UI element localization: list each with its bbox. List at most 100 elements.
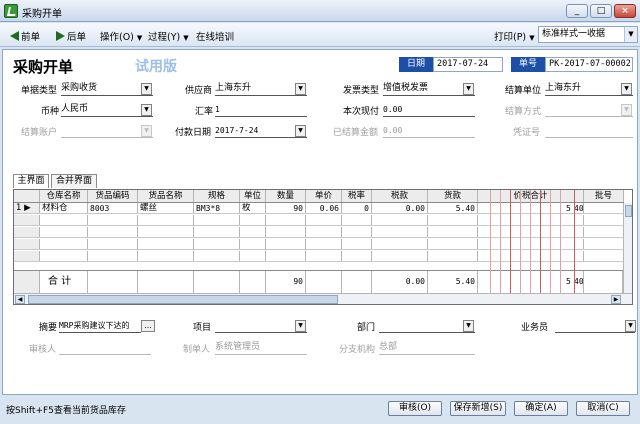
col-tax-rate[interactable]: 税率 <box>342 190 372 202</box>
cell-name[interactable]: 螺丝 <box>138 203 194 213</box>
settle-account-label: 结算账户 <box>21 128 58 138</box>
chevron-down-icon[interactable]: ▼ <box>295 320 306 332</box>
chevron-down-icon[interactable]: ▼ <box>141 83 152 95</box>
col-name[interactable]: 货品名称 <box>138 190 194 202</box>
totals-qty: 90 <box>266 271 306 293</box>
settle-unit-field[interactable]: 上海东升 <box>545 82 633 96</box>
minimize-button[interactable]: _ <box>566 4 588 18</box>
chevron-down-icon[interactable]: ▼ <box>621 83 632 95</box>
confirm-button[interactable]: 确定(A) <box>514 401 568 416</box>
invoice-type-field[interactable]: 增值税发票 <box>383 82 475 96</box>
invoice-type-label: 发票类型 <box>343 86 380 96</box>
cell-tax-rate[interactable]: 0 <box>342 203 372 213</box>
settle-method-field <box>545 103 633 117</box>
summary-label: 摘要 <box>39 323 58 333</box>
close-button[interactable]: × <box>614 4 636 18</box>
col-code[interactable]: 货品编码 <box>88 190 138 202</box>
maker-label: 制单人 <box>183 345 211 355</box>
form-title: 采购开单 <box>13 58 74 76</box>
chevron-down-icon[interactable]: ▼ <box>295 83 306 95</box>
chevron-down-icon[interactable]: ▼ <box>295 125 306 137</box>
branch-field: 总部 <box>379 341 475 355</box>
training-link[interactable]: 在线培训 <box>196 29 234 43</box>
voucher-field <box>545 124 633 138</box>
cash-pay-field[interactable]: 0.00 <box>383 103 475 117</box>
maximize-button[interactable]: □ <box>590 4 612 18</box>
prev-button[interactable]: 前单 <box>10 29 40 43</box>
no-field: PK-2017-07-00002 <box>545 57 633 72</box>
col-price[interactable]: 单价 <box>306 190 342 202</box>
operate-menu[interactable]: 操作(O) ▼ <box>100 29 142 43</box>
col-qty[interactable]: 数量 <box>266 190 306 202</box>
date-label: 日期 <box>399 57 433 72</box>
cancel-button[interactable]: 取消(C) <box>576 401 630 416</box>
grid-horizontal-scrollbar[interactable]: ◀ ▶ <box>14 293 632 304</box>
dept-field[interactable] <box>379 319 475 333</box>
settled-amount-field: 0.00 <box>383 124 475 138</box>
trial-badge: 试用版 <box>135 59 177 75</box>
status-hint: 按Shift+F5查看当前货品库存 <box>6 406 126 416</box>
rate-label: 汇率 <box>195 107 214 117</box>
settle-method-label: 结算方式 <box>505 107 542 117</box>
cash-pay-label: 本次现付 <box>343 107 380 117</box>
print-style-select[interactable]: 标准样式一收据 ▼ <box>538 26 638 43</box>
date-field[interactable]: 2017-07-24 <box>433 57 503 72</box>
tab-merge[interactable]: 合并界面 <box>51 174 97 188</box>
chevron-down-icon[interactable]: ▼ <box>625 320 636 332</box>
settled-amount-label: 已结算金额 <box>333 128 379 138</box>
project-field[interactable] <box>215 319 307 333</box>
grid-vertical-scrollbar[interactable] <box>623 203 632 293</box>
currency-label: 币种 <box>41 107 60 117</box>
process-menu[interactable]: 过程(Y) ▼ <box>148 29 189 43</box>
arrow-left-icon <box>10 31 19 41</box>
chevron-down-icon[interactable]: ▼ <box>141 104 152 116</box>
print-menu[interactable]: 打印(P) ▼ <box>494 29 535 43</box>
cell-tax[interactable]: 0.00 <box>372 203 428 213</box>
cell-code[interactable]: 8003 <box>88 203 138 213</box>
voucher-label: 凭证号 <box>513 128 541 138</box>
col-batch[interactable]: 批号 <box>584 190 624 202</box>
col-tax[interactable]: 税款 <box>372 190 428 202</box>
col-unit[interactable]: 单位 <box>240 190 266 202</box>
currency-field[interactable]: 人民币 <box>61 103 153 117</box>
doc-type-field[interactable]: 采购收货 <box>61 82 153 96</box>
chevron-down-icon[interactable]: ▼ <box>463 320 474 332</box>
staff-field[interactable] <box>555 319 635 333</box>
cell-qty[interactable]: 90 <box>266 203 306 213</box>
auditor-label: 审核人 <box>29 345 57 355</box>
doc-type-label: 单据类型 <box>21 86 58 96</box>
scroll-right-icon[interactable]: ▶ <box>611 295 621 304</box>
summary-field[interactable]: MRP采购建议下达的 <box>59 319 141 333</box>
scroll-left-icon[interactable]: ◀ <box>15 295 25 304</box>
toolbar: 前单 后单 操作(O) ▼ 过程(Y) ▼ 在线培训 打印(P) ▼ 标准样式一… <box>0 23 640 47</box>
chevron-down-icon[interactable]: ▼ <box>624 27 637 42</box>
col-spec[interactable]: 规格 <box>194 190 240 202</box>
chevron-down-icon[interactable]: ▼ <box>463 83 474 95</box>
totals-goods: 5.40 <box>428 271 478 293</box>
digit-grid <box>480 190 584 304</box>
cell-warehouse[interactable]: 材料仓 <box>40 203 88 213</box>
rate-field[interactable]: 1 <box>215 103 307 117</box>
audit-button[interactable]: 审核(O) <box>388 401 442 416</box>
save-new-button[interactable]: 保存新增(S) <box>450 401 506 416</box>
cell-unit[interactable]: 枚 <box>240 203 266 213</box>
next-button[interactable]: 后单 <box>56 29 86 43</box>
cell-price[interactable]: 0.06 <box>306 203 342 213</box>
scroll-thumb[interactable] <box>625 205 632 217</box>
more-button[interactable]: ... <box>141 320 155 332</box>
arrow-right-icon <box>56 31 65 41</box>
maker-field: 系统管理员 <box>215 341 307 355</box>
totals-tax: 0.00 <box>372 271 428 293</box>
scroll-thumb[interactable] <box>28 295 338 304</box>
supplier-field[interactable]: 上海东升 <box>215 82 307 96</box>
cell-batch[interactable] <box>584 203 624 213</box>
col-warehouse[interactable]: 仓库名称 <box>40 190 88 202</box>
caret-down-icon: ▼ <box>183 34 189 42</box>
tab-main[interactable]: 主界面 <box>13 174 49 188</box>
cell-goods[interactable]: 5.40 <box>428 203 478 213</box>
chevron-down-icon: ▼ <box>141 125 152 137</box>
col-goods[interactable]: 货款 <box>428 190 478 202</box>
pay-date-field[interactable]: 2017-7-24 <box>215 124 307 138</box>
auditor-field <box>59 341 151 355</box>
cell-spec[interactable]: BM3*8 <box>194 203 240 213</box>
